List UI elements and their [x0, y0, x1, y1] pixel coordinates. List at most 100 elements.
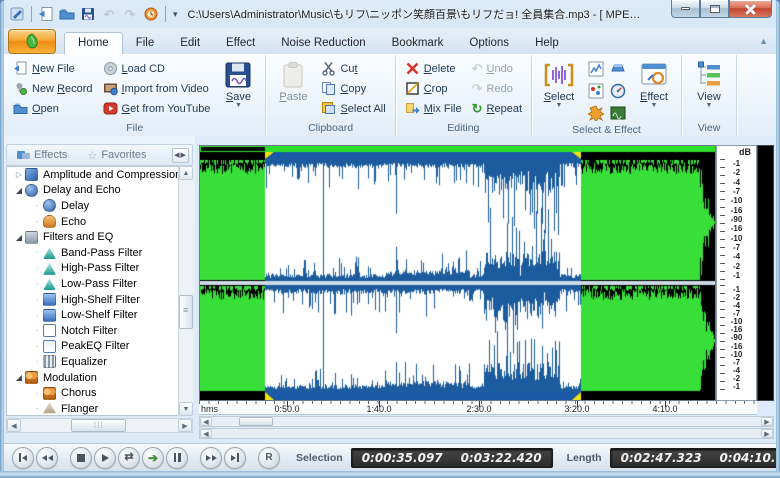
- scroll-thumb[interactable]: [239, 417, 273, 426]
- ribbon-collapse-icon[interactable]: ▲: [759, 36, 768, 46]
- tree-item[interactable]: ·Equalizer: [7, 354, 192, 370]
- tab-favorites[interactable]: ☆ Favorites: [77, 145, 156, 165]
- tree-horizontal-scrollbar[interactable]: ◀ ⁞⁞⁞ ▶: [6, 418, 193, 433]
- save-quick-icon[interactable]: [79, 5, 97, 23]
- record-quick-icon[interactable]: [142, 5, 160, 23]
- delete-button[interactable]: Delete: [402, 59, 465, 78]
- fast-forward-button[interactable]: [200, 447, 222, 469]
- qat-customize-icon[interactable]: ▾: [173, 9, 178, 20]
- new-file-button[interactable]: New File: [10, 59, 96, 78]
- mix-file-button[interactable]: Mix File: [402, 99, 465, 118]
- tab-options[interactable]: Options: [456, 33, 522, 54]
- tab-noise-reduction[interactable]: Noise Reduction: [268, 33, 378, 54]
- scroll-up-icon[interactable]: ▲: [179, 166, 193, 180]
- spectrum-tool-icon[interactable]: [607, 102, 628, 123]
- crop-button[interactable]: Crop: [402, 79, 465, 98]
- expander-icon[interactable]: ◢: [13, 373, 25, 382]
- wave-horizontal-scrollbar[interactable]: ◀ ▶: [199, 416, 774, 427]
- scroll-thumb[interactable]: ⁞⁞⁞: [71, 419, 126, 432]
- scroll-left-icon[interactable]: ◀: [7, 419, 21, 432]
- tree-item[interactable]: ·High-Shelf Filter: [7, 292, 192, 308]
- scroll-left-icon[interactable]: ◀: [200, 417, 212, 426]
- paste-button[interactable]: Paste: [270, 58, 316, 121]
- amplitude-tool-icon[interactable]: [585, 58, 606, 79]
- expander-icon[interactable]: ◢: [13, 233, 25, 242]
- tab-scroll-buttons[interactable]: ◀▶: [172, 148, 189, 163]
- tree-item[interactable]: ·Flanger: [7, 401, 192, 416]
- app-icon[interactable]: [8, 5, 26, 23]
- tab-edit[interactable]: Edit: [167, 33, 213, 54]
- effect-button[interactable]: Effect ▼: [631, 58, 677, 123]
- import-from-video-button[interactable]: Import from Video: [100, 79, 214, 98]
- rewind-button[interactable]: [36, 447, 58, 469]
- tree-item[interactable]: ·Low-Shelf Filter: [7, 307, 192, 323]
- new-record-button[interactable]: New Record: [10, 79, 96, 98]
- maximize-button[interactable]: [700, 0, 729, 18]
- pause-button[interactable]: [166, 447, 188, 469]
- stop-button[interactable]: [70, 447, 92, 469]
- tree-item[interactable]: ·Low-Pass Filter: [7, 276, 192, 292]
- redo-quick-icon[interactable]: ↷: [121, 5, 139, 23]
- open-quick-icon[interactable]: [58, 5, 76, 23]
- tab-home[interactable]: Home: [64, 32, 123, 54]
- tree-item[interactable]: ·Delay: [7, 198, 192, 214]
- play-button[interactable]: [94, 447, 116, 469]
- tree-item[interactable]: ▷Amplitude and Compression: [7, 167, 192, 183]
- scroll-right-icon[interactable]: ▶: [761, 429, 773, 438]
- pitch-tool-icon[interactable]: [585, 80, 606, 101]
- scroll-left-icon[interactable]: ◀: [200, 429, 212, 438]
- scroll-right-icon[interactable]: ▶: [178, 419, 192, 432]
- save-button[interactable]: Save ▼: [215, 58, 261, 121]
- copy-button[interactable]: Copy: [318, 79, 388, 98]
- speed-tool-icon[interactable]: [607, 80, 628, 101]
- scroll-down-icon[interactable]: ▼: [179, 402, 193, 416]
- tab-help[interactable]: Help: [522, 33, 572, 54]
- redo-button[interactable]: ↷ Redo: [469, 79, 525, 98]
- application-menu-button[interactable]: [8, 29, 56, 54]
- record-button[interactable]: R: [258, 447, 280, 469]
- wave-zoom-scrollbar[interactable]: ◀ ▶: [199, 428, 774, 439]
- new-file-quick-icon[interactable]: [37, 5, 55, 23]
- expander-icon[interactable]: ◢: [13, 186, 25, 195]
- tree-item[interactable]: ·Chorus: [7, 385, 192, 401]
- scroll-thumb[interactable]: [179, 295, 193, 329]
- loop-play-button[interactable]: ⇄: [118, 447, 140, 469]
- tree-item[interactable]: ·High-Pass Filter: [7, 261, 192, 277]
- scroll-right-icon[interactable]: ▶: [761, 417, 773, 426]
- go-to-start-button[interactable]: [12, 447, 34, 469]
- load-cd-button[interactable]: Load CD: [100, 59, 214, 78]
- tab-bookmark[interactable]: Bookmark: [379, 33, 457, 54]
- tab-file[interactable]: File: [123, 33, 168, 54]
- waveform-display[interactable]: [199, 145, 716, 401]
- tree-item[interactable]: ·Echo: [7, 214, 192, 230]
- go-to-end-button[interactable]: [224, 447, 246, 469]
- db-scale-header: dB: [739, 147, 751, 157]
- play-to-end-button[interactable]: ➔: [142, 447, 164, 469]
- effect-icon: [43, 277, 56, 290]
- title-bar[interactable]: ↶ ↷ ▾ C:\Users\Administrator\Music\もリフ\ニ…: [0, 0, 780, 28]
- undo-button[interactable]: ↶ Undo: [469, 59, 525, 78]
- tree-item[interactable]: ·PeakEQ Filter: [7, 339, 192, 355]
- select-all-button[interactable]: Select All: [318, 99, 388, 118]
- tree-item[interactable]: ◢Delay and Echo: [7, 183, 192, 199]
- repeat-button[interactable]: ↻ Repeat: [469, 99, 525, 118]
- tab-effect[interactable]: Effect: [213, 33, 268, 54]
- tree-item[interactable]: ◢Filters and EQ: [7, 229, 192, 245]
- close-button[interactable]: [729, 0, 772, 18]
- cut-button[interactable]: Cut: [318, 59, 388, 78]
- undo-quick-icon[interactable]: ↶: [100, 5, 118, 23]
- envelope-tool-icon[interactable]: [607, 58, 628, 79]
- splash-tool-icon[interactable]: [585, 102, 606, 123]
- time-ruler[interactable]: hms 0:50.01:40.02:30.03:20.04:10.0: [199, 401, 757, 415]
- tree-item[interactable]: ·Band-Pass Filter: [7, 245, 192, 261]
- expander-icon[interactable]: ▷: [13, 170, 25, 179]
- open-button[interactable]: Open: [10, 99, 96, 118]
- tab-effects[interactable]: Effects: [7, 145, 77, 165]
- select-button[interactable]: Select ▼: [536, 58, 582, 123]
- tree-item[interactable]: ◢Modulation: [7, 370, 192, 386]
- get-from-youtube-button[interactable]: Get from YouTube: [100, 99, 214, 118]
- view-button[interactable]: View ▼: [686, 58, 732, 121]
- minimize-button[interactable]: [671, 0, 700, 18]
- tree-vertical-scrollbar[interactable]: ▲ ▼: [178, 166, 193, 416]
- tree-item[interactable]: ·Notch Filter: [7, 323, 192, 339]
